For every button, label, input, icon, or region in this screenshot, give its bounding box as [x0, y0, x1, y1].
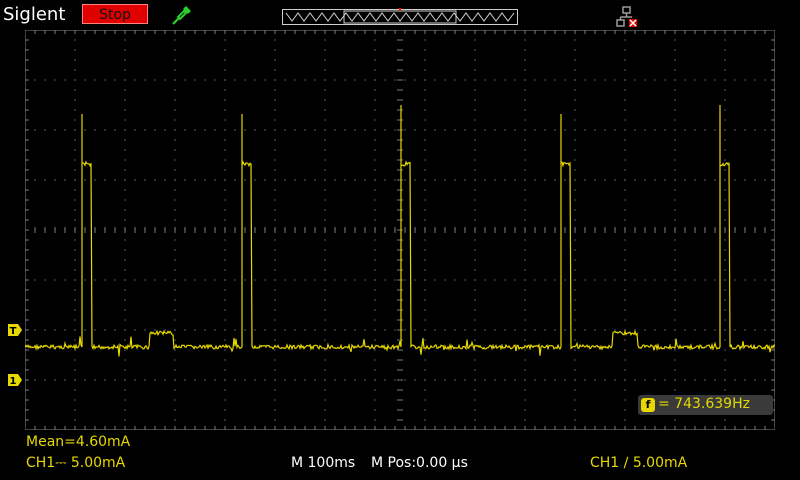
ch1-scale[interactable]: CH1⎓ 5.00mA — [26, 455, 125, 471]
top-bar: Siglent Stop — [0, 0, 800, 30]
ch1-marker-label: 1 — [10, 376, 17, 386]
timebase[interactable]: M 100ms — [291, 455, 355, 471]
mean-measurement: Mean=4.60mA — [26, 434, 131, 450]
brand-label: Siglent — [3, 4, 66, 25]
waveform-display — [25, 30, 775, 430]
network-status-icon — [616, 6, 637, 27]
time-position[interactable]: M Pos:0.00 µs — [371, 455, 468, 471]
frequency-badge: f — [641, 398, 655, 412]
probe-icon — [172, 6, 191, 25]
frequency-value: = 743.639Hz — [658, 396, 750, 412]
run-stop-indicator[interactable]: Stop — [82, 4, 148, 24]
memory-position-bar — [282, 8, 518, 25]
trigger-info[interactable]: CH1 ∕ 5.00mA — [590, 455, 687, 471]
ch1-offset-marker[interactable]: 1 — [8, 374, 22, 386]
trigger-level-label: T — [10, 326, 17, 336]
trigger-level-marker[interactable]: T — [8, 324, 22, 336]
frequency-counter: f = 743.639Hz — [638, 395, 773, 415]
